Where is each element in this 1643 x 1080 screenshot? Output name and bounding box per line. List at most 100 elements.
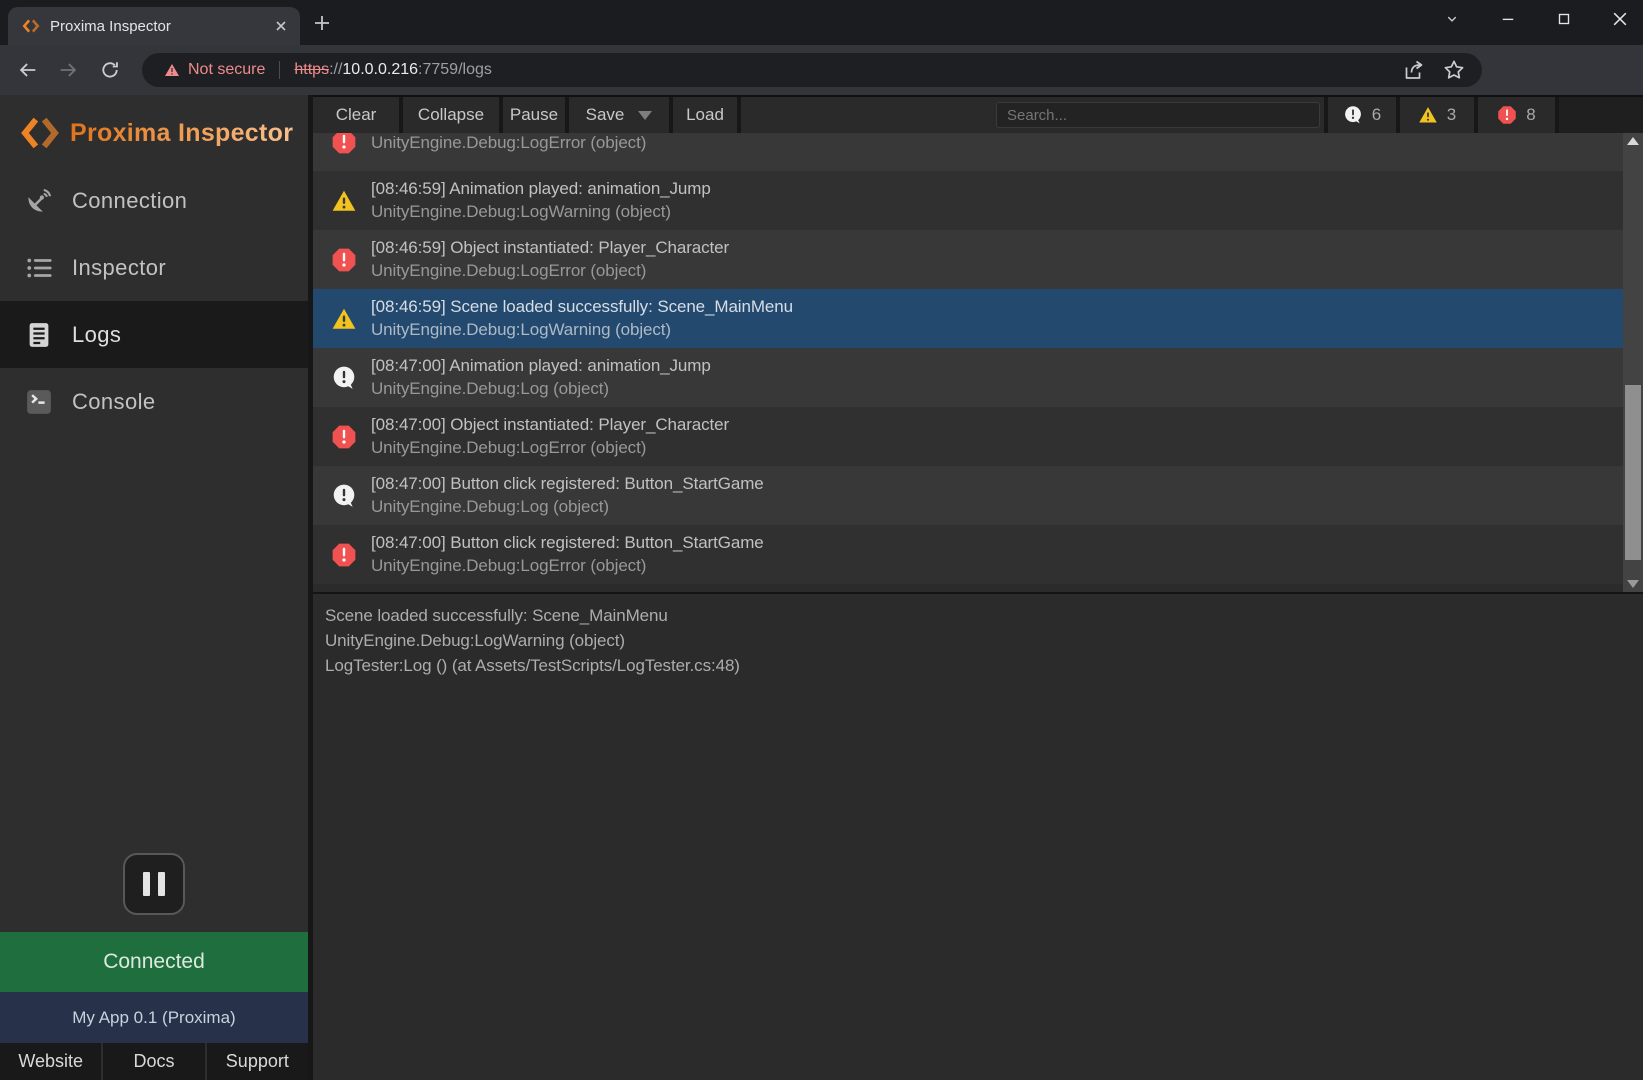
save-dropdown-caret-icon[interactable] <box>638 111 652 120</box>
bookmark-star-icon[interactable] <box>1442 58 1466 82</box>
app-title: Proxima Inspector <box>70 119 293 148</box>
log-trace: UnityEngine.Debug:LogWarning (object) <box>371 320 793 340</box>
log-message: [08:47:00] Button click registered: Butt… <box>371 474 764 494</box>
log-message: [08:47:00] Animation played: animation_J… <box>371 356 711 376</box>
warning-count: 3 <box>1447 105 1456 125</box>
log-row-selected[interactable]: [08:46:59] Scene loaded successfully: Sc… <box>313 289 1623 348</box>
footer-link-docs[interactable]: Docs <box>101 1043 204 1080</box>
not-secure-label: Not secure <box>188 61 265 79</box>
url-separator: :// <box>329 61 342 78</box>
minimize-icon[interactable] <box>1497 8 1519 30</box>
log-message: [08:47:00] Button click registered: Butt… <box>371 533 764 553</box>
document-icon <box>24 320 54 350</box>
reload-icon[interactable] <box>98 58 122 82</box>
save-button-label: Save <box>586 105 625 125</box>
share-icon[interactable] <box>1402 58 1426 82</box>
sidebar-item-connection[interactable]: Connection <box>0 167 308 234</box>
maximize-icon[interactable] <box>1553 8 1575 30</box>
load-button[interactable]: Load <box>673 97 737 133</box>
log-trace: UnityEngine.Debug:LogError (object) <box>371 438 729 458</box>
log-row[interactable]: [08:46:59] Object instantiated: Player_C… <box>313 230 1623 289</box>
url-host: 10.0.0.216 <box>342 61 418 78</box>
log-trace: UnityEngine.Debug:LogWarning (object) <box>371 202 711 222</box>
collapse-button-label: Collapse <box>418 105 484 125</box>
log-row[interactable]: [08:47:00] Button click registered: Butt… <box>313 525 1623 584</box>
not-secure-warning-icon <box>164 62 180 78</box>
detail-source: LogTester:Log () (at Assets/TestScripts/… <box>325 653 1631 678</box>
sidebar-item-logs[interactable]: Logs <box>0 301 308 368</box>
new-tab-icon[interactable] <box>312 13 332 33</box>
info-count-filter[interactable]: 6 <box>1328 97 1396 133</box>
log-detail-panel: Scene loaded successfully: Scene_MainMen… <box>313 592 1643 1080</box>
sidebar-item-label: Logs <box>72 322 121 348</box>
detail-message: Scene loaded successfully: Scene_MainMen… <box>325 603 1631 628</box>
log-trace: UnityEngine.Debug:LogError (object) <box>371 556 764 576</box>
log-row[interactable]: [08:47:00] Animation played: animation_J… <box>313 348 1623 407</box>
sidebar-nav: Connection Inspector <box>0 167 308 435</box>
warning-count-filter[interactable]: 3 <box>1400 97 1474 133</box>
browser-toolbar: Not secure https://10.0.0.216:7759/logs <box>0 45 1643 95</box>
footer-link-website[interactable]: Website <box>0 1043 101 1080</box>
sidebar: Proxima Inspector Connection <box>0 95 308 1080</box>
log-trace: UnityEngine.Debug:LogError (object) <box>371 133 646 153</box>
scroll-down-icon[interactable] <box>1623 576 1643 592</box>
error-octagon-icon <box>331 542 357 568</box>
log-scrollbar[interactable] <box>1623 133 1643 592</box>
log-row[interactable]: [08:46:59] Animation played: animation_J… <box>313 171 1623 230</box>
log-list: UnityEngine.Debug:LogError (object) [08:… <box>313 133 1643 592</box>
error-count-filter[interactable]: 8 <box>1478 97 1555 133</box>
logs-panel: Clear Collapse Pause Save Load <box>308 95 1643 1080</box>
scrollbar-thumb[interactable] <box>1625 385 1641 560</box>
log-row[interactable]: UnityEngine.Debug:LogError (object) <box>313 133 1623 171</box>
error-octagon-icon <box>331 247 357 273</box>
close-window-icon[interactable] <box>1609 8 1631 30</box>
proxima-logo-icon <box>20 113 60 153</box>
warning-triangle-icon <box>331 306 357 332</box>
save-button[interactable]: Save <box>569 97 669 133</box>
clear-button-label: Clear <box>336 105 377 125</box>
log-message: [08:46:59] Object instantiated: Player_C… <box>371 238 729 258</box>
tab-search-chevron-icon[interactable] <box>1441 8 1463 30</box>
info-bubble-icon <box>331 483 357 509</box>
load-button-label: Load <box>686 105 724 125</box>
toolbar-spacer <box>1559 97 1643 133</box>
log-trace: UnityEngine.Debug:Log (object) <box>371 379 711 399</box>
error-octagon-icon <box>1497 105 1517 125</box>
log-row[interactable]: [08:47:00] Object instantiated: Player_C… <box>313 407 1623 466</box>
tab-close-icon[interactable] <box>272 17 290 35</box>
log-message: [08:46:59] Scene loaded successfully: Sc… <box>371 297 793 317</box>
logs-toolbar: Clear Collapse Pause Save Load <box>313 95 1643 133</box>
satellite-icon <box>24 186 54 216</box>
collapse-button[interactable]: Collapse <box>403 97 499 133</box>
sidebar-item-label: Connection <box>72 188 187 214</box>
log-row[interactable]: [08:47:00] Button click registered: Butt… <box>313 466 1623 525</box>
info-bubble-icon <box>331 365 357 391</box>
app-logo: Proxima Inspector <box>20 111 293 155</box>
sidebar-footer: Website Docs Support <box>0 1043 308 1080</box>
pause-button[interactable]: Pause <box>503 97 565 133</box>
url-scheme: https <box>294 61 329 78</box>
back-icon[interactable] <box>16 58 40 82</box>
log-trace: UnityEngine.Debug:LogError (object) <box>371 261 729 281</box>
info-count: 6 <box>1372 105 1381 125</box>
browser-window: Proxima Inspector <box>0 0 1643 1080</box>
forward-icon[interactable] <box>56 58 80 82</box>
sidebar-item-inspector[interactable]: Inspector <box>0 234 308 301</box>
browser-tab[interactable]: Proxima Inspector <box>8 7 300 45</box>
clear-button[interactable]: Clear <box>313 97 399 133</box>
detail-trace: UnityEngine.Debug:LogWarning (object) <box>325 628 1631 653</box>
search-input[interactable] <box>996 102 1320 128</box>
sidebar-item-console[interactable]: Console <box>0 368 308 435</box>
pause-stream-button[interactable] <box>123 853 185 915</box>
footer-link-support[interactable]: Support <box>205 1043 308 1080</box>
error-octagon-icon <box>331 424 357 450</box>
address-divider <box>279 61 280 79</box>
log-message: [08:47:00] Object instantiated: Player_C… <box>371 415 729 435</box>
error-count: 8 <box>1526 105 1535 125</box>
sidebar-item-label: Console <box>72 389 156 415</box>
scroll-up-icon[interactable] <box>1623 133 1643 149</box>
address-bar[interactable]: Not secure https://10.0.0.216:7759/logs <box>142 53 1482 87</box>
url-text: https://10.0.0.216:7759/logs <box>294 61 492 79</box>
log-trace: UnityEngine.Debug:Log (object) <box>371 497 764 517</box>
log-message: [08:46:59] Animation played: animation_J… <box>371 179 711 199</box>
